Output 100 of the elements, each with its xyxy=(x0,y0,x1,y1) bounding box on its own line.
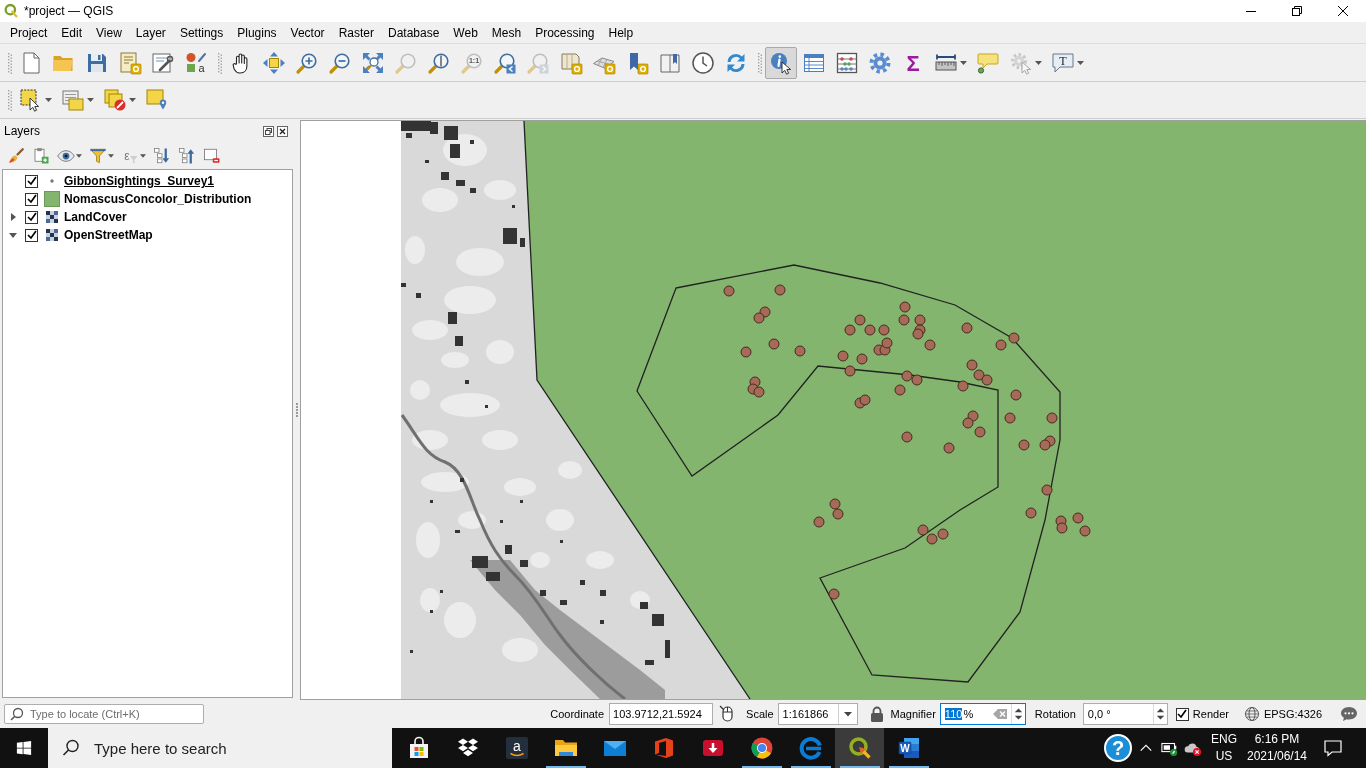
menu-item[interactable]: Database xyxy=(380,22,447,43)
sighting-point xyxy=(898,314,910,326)
clock-button[interactable]: 6:16 PM 2021/06/14 xyxy=(1239,731,1315,765)
chat-bubble-icon[interactable] xyxy=(1340,705,1358,723)
menu-item[interactable]: Web xyxy=(446,22,485,43)
layer-name[interactable]: NomascusConcolor_Distribution xyxy=(64,192,252,206)
sighting-point xyxy=(794,345,806,357)
close-icon[interactable] xyxy=(1338,6,1348,16)
sighting-point xyxy=(844,324,856,336)
taskbar-app-button[interactable]: a xyxy=(492,728,541,768)
sighting-point xyxy=(878,324,890,336)
restore-icon[interactable] xyxy=(1292,6,1302,16)
layer-name[interactable]: LandCover xyxy=(64,210,127,224)
render-checkbox[interactable] xyxy=(1175,707,1189,721)
taskbar-search-field[interactable]: Type here to search xyxy=(48,728,392,768)
app-logo-icon xyxy=(3,3,19,19)
sighting-point xyxy=(774,284,786,296)
caret-icon[interactable] xyxy=(108,153,114,158)
smile-tile-icon: a xyxy=(504,736,529,760)
splitter-handle-icon[interactable] xyxy=(296,402,298,417)
close-panel-icon[interactable] xyxy=(277,125,288,137)
spin-arrows-icon[interactable] xyxy=(1152,704,1167,724)
caret-icon[interactable] xyxy=(129,98,136,102)
sighting-point xyxy=(912,328,924,340)
layer-checkbox[interactable] xyxy=(25,210,38,224)
coordinate-field[interactable]: 103.9712,21.5924 xyxy=(609,703,714,725)
menu-item[interactable]: Raster xyxy=(331,22,381,43)
checkmark-icon xyxy=(1177,709,1188,719)
checkmark-icon xyxy=(26,230,37,240)
sighting-point xyxy=(899,301,911,313)
drag-handle-icon[interactable] xyxy=(758,51,762,74)
sighting-point xyxy=(1025,507,1037,519)
float-panel-icon[interactable] xyxy=(263,125,274,137)
sighting-point xyxy=(1004,412,1016,424)
sighting-point xyxy=(1056,522,1068,534)
magnifier-spinbox[interactable]: 110% xyxy=(939,703,1026,725)
menu-item[interactable]: Vector xyxy=(283,22,332,43)
clipboard-plus-icon xyxy=(32,146,50,165)
zoom-in-icon xyxy=(295,50,319,75)
map-canvas[interactable] xyxy=(300,120,1366,700)
squares-no-sign-icon xyxy=(103,88,127,112)
magnifier-bar-icon xyxy=(427,50,451,75)
menu-item[interactable]: Processing xyxy=(528,22,602,43)
sighting-point xyxy=(924,339,936,351)
menu-item[interactable]: Layer xyxy=(128,22,173,43)
caret-icon[interactable] xyxy=(843,711,852,717)
drag-handle-icon[interactable] xyxy=(8,51,12,74)
layer-checkbox[interactable] xyxy=(25,228,38,242)
scale-combobox[interactable]: 1:161866 xyxy=(777,703,858,725)
mouse-icon[interactable] xyxy=(719,705,736,723)
panel-title: Layers xyxy=(4,124,41,138)
zoom-out-icon xyxy=(328,50,352,75)
sighting-point xyxy=(894,384,906,396)
expand-arrow-icon[interactable] xyxy=(9,213,17,221)
layer-name[interactable]: GibbonSightings_Survey1 xyxy=(64,174,215,188)
lock-icon[interactable] xyxy=(869,706,884,722)
sighting-point xyxy=(854,314,866,326)
frame-minus-icon xyxy=(203,146,221,165)
sighting-point xyxy=(1072,512,1084,524)
search-icon xyxy=(62,739,80,757)
sighting-point xyxy=(832,508,844,520)
menu-item[interactable]: Edit xyxy=(54,22,90,43)
menu-item[interactable]: Help xyxy=(601,22,641,43)
sighting-point xyxy=(864,324,876,336)
caret-icon[interactable] xyxy=(87,98,94,102)
spin-arrows-icon[interactable] xyxy=(1010,704,1025,724)
checkmark-icon xyxy=(26,176,37,186)
drag-handle-icon[interactable] xyxy=(8,89,12,111)
locate-field[interactable]: Type to locate (Ctrl+K) xyxy=(4,704,204,724)
caret-icon[interactable] xyxy=(76,153,82,158)
menu-item[interactable]: Project xyxy=(3,22,55,43)
help-button[interactable]: ? xyxy=(1104,734,1132,762)
expand-arrow-icon[interactable] xyxy=(9,231,17,239)
menu-item[interactable]: View xyxy=(89,22,129,43)
menu-item[interactable]: Plugins xyxy=(230,22,284,43)
paintbrush-icon xyxy=(7,146,25,165)
language-button[interactable]: ENG US xyxy=(1209,731,1239,765)
swirl-logo-icon xyxy=(798,736,823,760)
sighting-point xyxy=(967,410,979,422)
corner-arrows-magnifier-icon xyxy=(361,50,385,75)
rotation-spinbox[interactable]: 0,0 ° xyxy=(1082,703,1168,725)
identify-features-button[interactable] xyxy=(765,46,797,79)
map-sheet-icon xyxy=(559,50,583,75)
sighting-point xyxy=(1046,412,1058,424)
layer-name[interactable]: OpenStreetMap xyxy=(64,228,153,242)
caret-icon[interactable] xyxy=(960,60,967,65)
crs-button[interactable]: EPSG:4326 xyxy=(1243,706,1322,722)
drag-handle-icon[interactable] xyxy=(218,51,222,74)
ring-cursor-icon xyxy=(847,736,872,760)
sighting-point xyxy=(829,498,841,510)
notification-icon[interactable] xyxy=(1323,738,1343,758)
caret-icon[interactable] xyxy=(1077,60,1084,65)
render-label[interactable]: Render xyxy=(1192,708,1229,720)
text-annotation-button[interactable]: T xyxy=(1047,46,1088,79)
layer-checkbox[interactable] xyxy=(25,174,38,188)
menu-item[interactable]: Mesh xyxy=(484,22,529,43)
caret-icon[interactable] xyxy=(45,98,52,102)
menu-item[interactable]: Settings xyxy=(172,22,231,43)
sighting-point xyxy=(901,431,913,443)
layer-checkbox[interactable] xyxy=(25,192,38,206)
